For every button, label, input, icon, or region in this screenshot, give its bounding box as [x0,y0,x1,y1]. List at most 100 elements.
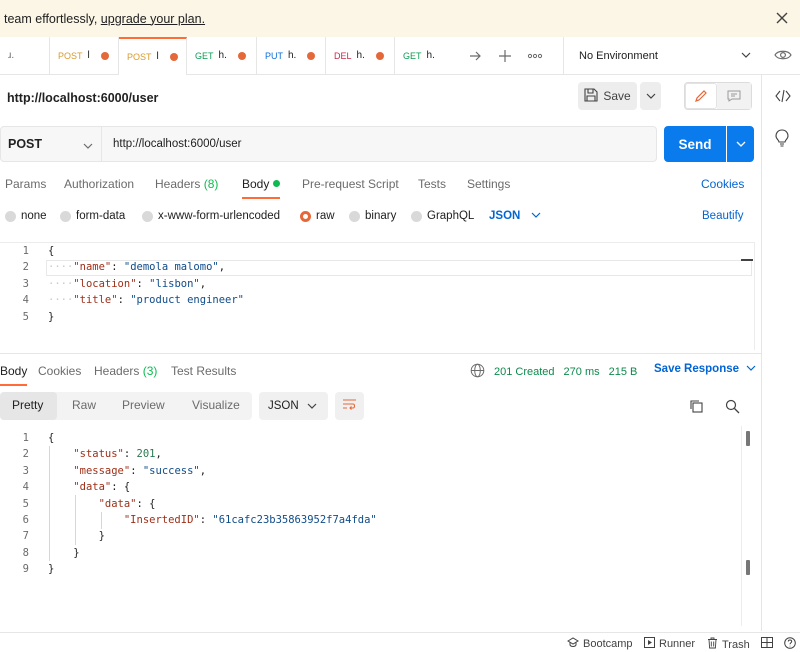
json-key: "data" [73,481,112,494]
request-tab[interactable]: ɹ. [0,36,50,75]
help-icon[interactable] [784,637,796,649]
lightbulb-icon[interactable] [775,129,789,150]
eye-icon[interactable] [774,48,792,65]
line-number: 3 [22,464,29,477]
tab-authorization[interactable]: Authorization [64,177,134,191]
chevron-down-icon [746,363,756,375]
trash-icon [707,637,718,652]
scrollbar-marker[interactable] [746,560,750,575]
json-key: "status" [73,448,124,461]
two-pane-icon[interactable] [761,637,773,648]
search-icon[interactable] [725,399,740,417]
chevron-down-icon [307,401,317,413]
request-tab[interactable]: GET h. [187,36,257,75]
bootcamp-button[interactable]: Bootcamp [567,637,633,651]
view-visualize[interactable]: Visualize [192,398,240,412]
globe-icon[interactable] [470,363,485,381]
response-headers-label: Headers [94,364,140,378]
brace-open: { [48,432,55,444]
environment-selector[interactable]: No Environment [563,37,763,75]
brace-close: } [48,563,55,576]
tab-body[interactable]: Body [242,177,281,199]
response-tab-cookies[interactable]: Cookies [38,364,81,378]
json-value: 201 [136,448,156,461]
chevron-down-icon [741,50,751,62]
tab-name: h. [426,50,435,61]
body-type-graphql[interactable]: GraphQL [411,210,474,222]
scrollbar-track[interactable] [741,426,742,626]
body-format-label: JSON [489,210,521,222]
code-line: "data": { [73,481,131,494]
brace-close: } [48,310,55,323]
send-button[interactable]: Send [664,126,726,162]
scrollbar-thumb[interactable] [741,259,753,261]
unsaved-dot-icon [307,51,316,60]
view-mode-toggle [684,82,752,110]
beautify-link[interactable]: Beautify [702,210,744,222]
send-options-button[interactable] [727,126,754,162]
radio-icon [411,210,422,222]
edit-pencil-icon[interactable] [685,83,717,109]
request-title[interactable]: http://localhost:6000/user [0,91,158,105]
response-format-selector[interactable]: JSON [259,392,328,420]
upgrade-plan-link[interactable]: upgrade your plan. [101,12,205,26]
request-tab-active[interactable]: POST l [119,36,187,75]
line-number: 5 [22,310,29,323]
save-button[interactable]: Save [578,82,637,110]
response-tab-test-results[interactable]: Test Results [171,364,236,378]
status-code[interactable]: 201 Created [494,366,555,378]
body-type-urlencoded[interactable]: x-www-form-urlencoded [142,210,280,222]
trash-button[interactable]: Trash [707,637,750,652]
wrap-lines-button[interactable] [335,392,364,420]
response-time[interactable]: 270 ms [564,366,600,378]
runner-button[interactable]: Runner [644,637,695,651]
body-type-none[interactable]: none [5,210,47,222]
body-format-selector[interactable]: JSON [489,210,541,222]
view-preview[interactable]: Preview [122,398,165,412]
close-banner-icon[interactable] [774,10,790,26]
body-type-label: form-data [76,210,126,222]
request-tab[interactable]: GET h. [395,37,460,75]
response-size[interactable]: 215 B [609,366,638,378]
arrow-right-icon[interactable] [460,37,490,75]
tab-pre-request-script[interactable]: Pre-request Script [302,177,399,191]
response-tab-headers[interactable]: Headers (3) [94,364,157,378]
tab-name: l [156,51,159,62]
scrollbar-marker[interactable] [746,431,750,446]
chevron-down-icon [531,210,541,222]
request-tabs: Params Authorization Headers (8) Body Pr… [0,170,761,199]
radio-icon [5,210,16,222]
view-pretty[interactable]: Pretty [12,398,43,412]
wrap-lines-icon [342,398,357,414]
save-options-button[interactable] [640,82,661,110]
request-tab[interactable]: DEL h. [326,36,395,75]
body-type-form-data[interactable]: form-data [60,210,125,222]
url-input[interactable]: http://localhost:6000/user [102,138,242,150]
tab-settings[interactable]: Settings [467,177,510,191]
request-tab[interactable]: PUT h. [257,36,326,75]
save-response-button[interactable]: Save Response [654,363,756,375]
cookies-link[interactable]: Cookies [701,177,744,191]
url-bar: POST http://localhost:6000/user [0,126,657,162]
body-type-raw[interactable]: raw [300,210,335,222]
copy-icon[interactable] [689,399,704,417]
headers-count: (8) [203,177,219,191]
request-body-editor[interactable]: 1 2 3 4 5 { ····"name": "demola malomo",… [0,242,755,350]
comment-icon[interactable] [717,83,751,109]
tab-headers[interactable]: Headers (8) [155,177,218,191]
response-tab-body[interactable]: Body [0,364,28,386]
line-number: 4 [22,294,29,307]
request-tab[interactable]: POST l [50,36,119,75]
method-selector[interactable]: POST [1,127,102,161]
more-icon[interactable] [520,37,550,75]
response-body-viewer[interactable]: 1 2 3 4 5 6 7 8 9 { "status": 201, "mess… [0,430,741,630]
plus-icon[interactable] [490,37,520,75]
panel-divider[interactable] [0,353,761,354]
code-icon[interactable] [775,89,791,106]
tab-params[interactable]: Params [5,177,46,191]
body-type-binary[interactable]: binary [349,210,396,222]
code-line: } [48,528,377,544]
tab-tests[interactable]: Tests [418,177,446,191]
view-raw[interactable]: Raw [72,398,96,412]
code-line: "status": 201, [73,448,162,461]
